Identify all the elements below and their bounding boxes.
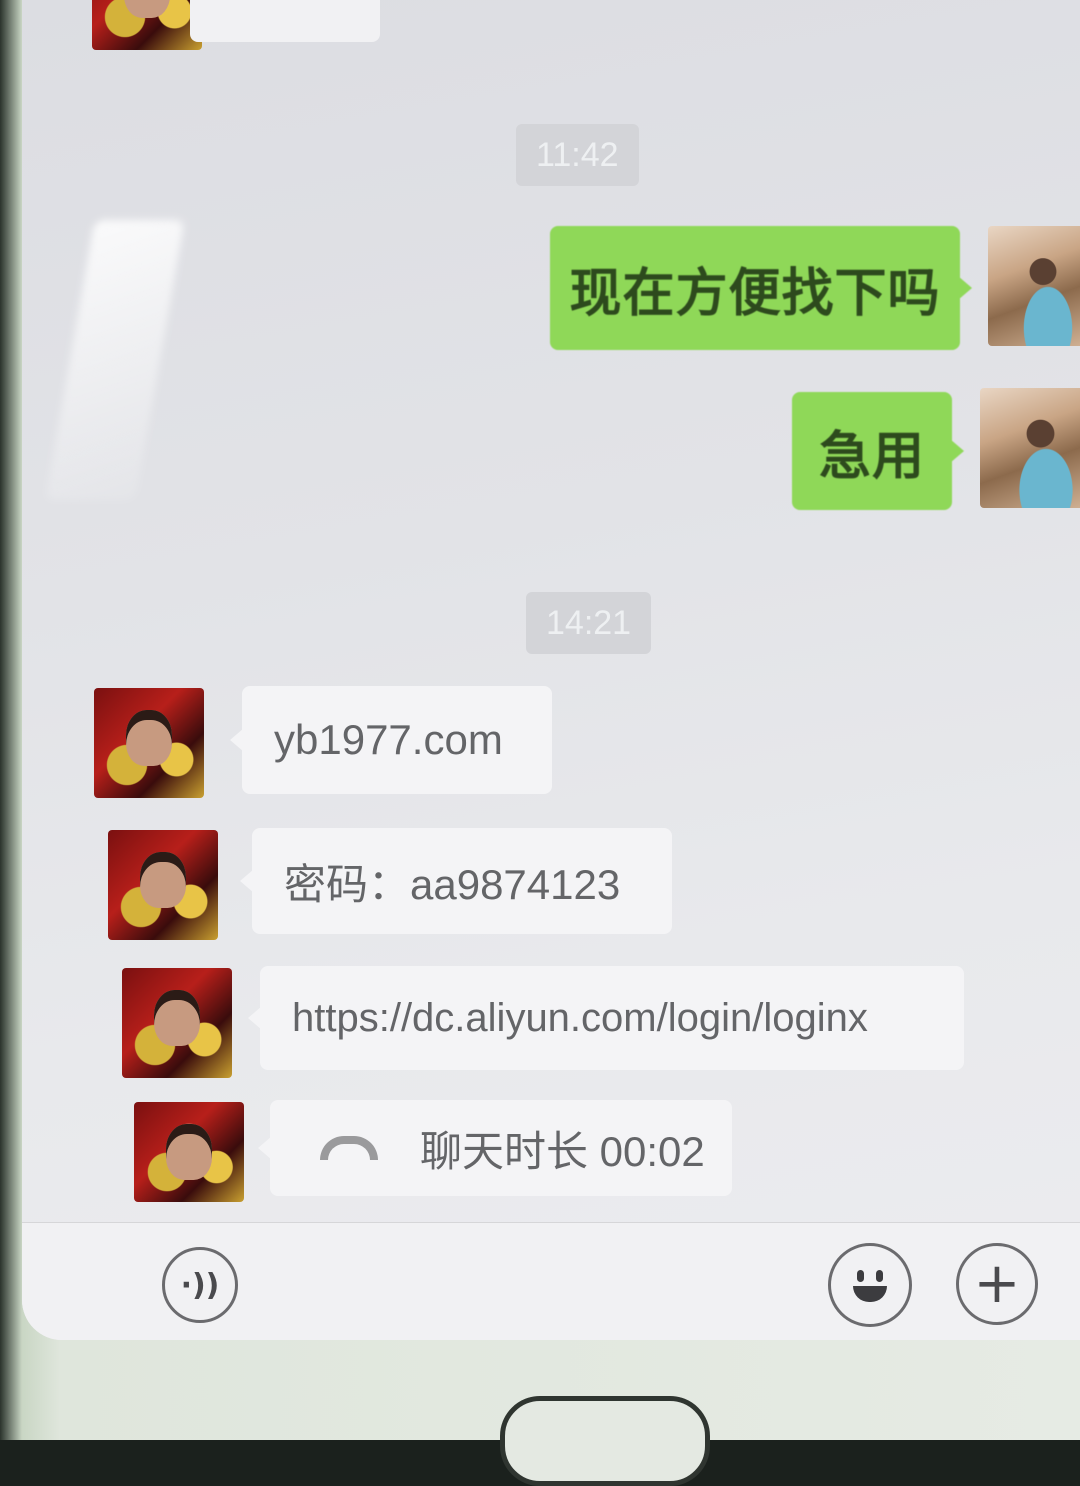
- incoming-message-bubble[interactable]: yb1977.com: [230, 686, 552, 794]
- chat-screen: 11:42 现在方便找下吗 急用 14:21 yb1977.com 密码：aa9…: [22, 0, 1080, 1340]
- message-text: 现在方便找下吗: [569, 263, 941, 324]
- phone-handset-icon: [320, 1136, 378, 1160]
- screen-glare: [45, 220, 185, 500]
- message-text: yb1977.com: [274, 716, 503, 763]
- timestamp: 11:42: [516, 124, 639, 186]
- contact-avatar[interactable]: [92, 0, 202, 50]
- outgoing-message-bubble[interactable]: 现在方便找下吗: [550, 226, 972, 350]
- incoming-message-bubble[interactable]: https://dc.aliyun.com/login/loginx: [248, 966, 964, 1070]
- contact-avatar[interactable]: [108, 830, 218, 940]
- emoji-button[interactable]: [828, 1243, 912, 1327]
- contact-avatar[interactable]: [94, 688, 204, 798]
- call-duration-text: 聊天时长 00:02: [420, 1127, 705, 1175]
- outgoing-message-bubble[interactable]: 急用: [792, 392, 964, 510]
- emoji-icon: [845, 1260, 895, 1310]
- voice-icon: ·)): [180, 1267, 220, 1303]
- contact-avatar[interactable]: [122, 968, 232, 1078]
- message-text: 急用: [818, 426, 925, 487]
- more-options-button[interactable]: +: [956, 1243, 1038, 1325]
- timestamp: 14:21: [526, 592, 652, 654]
- voice-call-record-bubble[interactable]: 聊天时长 00:02: [258, 1100, 732, 1196]
- incoming-message-bubble[interactable]: 密码：aa9874123: [240, 828, 672, 934]
- previous-message-bubble[interactable]: [190, 0, 380, 42]
- home-button[interactable]: [500, 1396, 710, 1486]
- phone-frame: 11:42 现在方便找下吗 急用 14:21 yb1977.com 密码：aa9…: [0, 0, 1080, 1486]
- message-text: 密码：aa9874123: [284, 860, 621, 908]
- my-avatar[interactable]: [980, 388, 1080, 508]
- plus-icon: +: [973, 1251, 1021, 1316]
- voice-input-button[interactable]: ·)): [162, 1247, 238, 1323]
- my-avatar[interactable]: [988, 226, 1080, 346]
- contact-avatar[interactable]: [134, 1102, 244, 1202]
- input-toolbar: ·)) +: [22, 1222, 1080, 1340]
- message-link[interactable]: https://dc.aliyun.com/login/loginx: [292, 996, 868, 1041]
